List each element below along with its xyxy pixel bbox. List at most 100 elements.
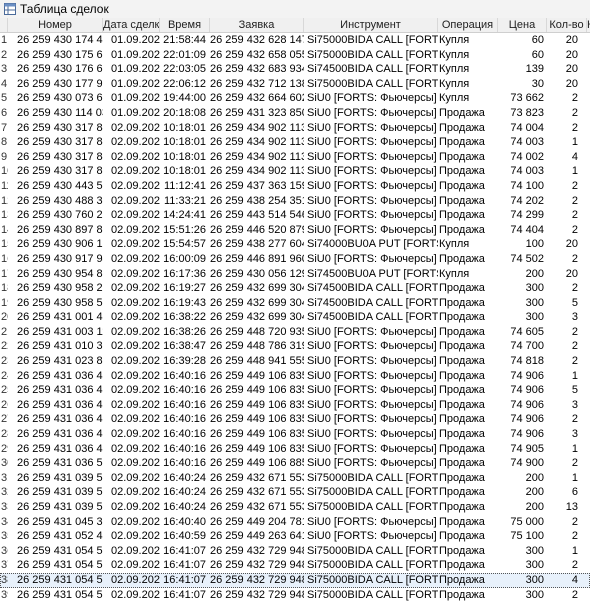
column-header-number[interactable]: Номер [8,18,103,32]
table-row[interactable]: 20 26 259 431 001 400 02.09.202016:38:22 26… [0,310,590,325]
cell-trade-date: 02.09.2020 [111,501,160,513]
cell-instrument: Si74500BIDA CALL [FORTS: Опци [307,296,438,309]
cell-price: 74 905 [510,442,544,455]
cell-instrument: SiU0 [FORTS: Фьючерсы] [307,384,437,397]
cell-instrument: SiU0 [FORTS: Фьючерсы] [307,457,437,470]
table-row[interactable]: 7 26 259 430 317 847 02.09.202010:18:01 26 … [0,121,590,136]
cell-price: 74 906 [510,428,544,441]
table-row[interactable]: 38 26 259 431 054 528 02.09.202016:41:07 26… [0,572,590,588]
table-row[interactable]: 6 26 259 430 114 036 01.09.202020:18:08 26 … [0,106,590,121]
cell-price: 100 [525,238,544,251]
cell-price: 74 100 [510,179,544,192]
cell-row-number: 7 [1,121,8,134]
table-row[interactable]: 4 26 259 430 177 998 01.09.202022:06:12 26 … [0,77,590,92]
table-row[interactable]: 33 26 259 431 039 523 02.09.202016:40:24 26… [0,500,590,515]
table-row[interactable]: 19 26 259 430 958 587 02.09.202016:19:43 26… [0,296,590,311]
table-row[interactable]: 35 26 259 431 052 469 02.09.202016:40:59 26… [0,529,590,544]
column-header-order[interactable]: Заявка [210,18,304,32]
table-row[interactable]: 27 26 259 431 036 497 02.09.202016:40:16 26… [0,412,590,427]
column-header-quantity[interactable]: Кол-во [547,18,587,32]
cell-trade-date: 02.09.2020 [111,325,160,338]
cell-instrument: SiU0 [FORTS: Фьючерсы] [307,515,437,528]
column-header-time[interactable]: Время [160,18,210,32]
cell-price: 74 906 [510,398,544,411]
cell-time: 16:39:28 [163,355,206,368]
column-header-instrument[interactable]: Инструмент [304,18,438,32]
cell-instrument: Si74500BIDA CALL [FORTS: Опци [307,282,438,295]
cell-operation: Продажа [439,501,485,513]
table-row[interactable]: 14 26 259 430 897 827 02.09.202015:51:26 26… [0,223,590,238]
table-row[interactable]: 18 26 259 430 958 206 02.09.202016:19:27 26… [0,281,590,296]
cell-time: 22:03:05 [163,63,206,76]
cell-trade-date: 02.09.2020 [111,442,160,455]
cell-quantity: 20 [565,34,578,46]
cell-row-number: 6 [1,106,8,119]
cell-trade-date: 01.09.2020 [111,92,160,105]
table-row[interactable]: 29 26 259 431 036 499 02.09.202016:40:16 26… [0,442,590,457]
cell-order: 26 259 430 056 129 [210,267,304,280]
table-row[interactable]: 28 26 259 431 036 498 02.09.202016:40:16 26… [0,427,590,442]
table-row[interactable]: 25 26 259 431 036 495 02.09.202016:40:16 26… [0,383,590,398]
table-row[interactable]: 36 26 259 431 054 524 02.09.202016:41:07 26… [0,544,590,559]
table-row[interactable]: 9 26 259 430 317 849 02.09.202010:18:01 26 … [0,150,590,165]
cell-quantity: 5 [571,296,578,309]
table-row[interactable]: 31 26 259 431 039 516 02.09.202016:40:24 26… [0,471,590,486]
cell-number: 26 259 431 036 501 [17,457,103,470]
table-row[interactable]: 24 26 259 431 036 494 02.09.202016:40:16 26… [0,369,590,384]
table-row[interactable]: 32 26 259 431 039 520 02.09.202016:40:24 26… [0,485,590,500]
trades-table[interactable]: Номер Дата сделки Время Заявка Инструмент Опе… [0,18,590,602]
cell-price: 200 [525,501,544,513]
table-row[interactable]: 12 26 259 430 488 338 02.09.202011:33:21 26… [0,194,590,209]
cell-order: 26 259 432 729 948 [210,588,304,601]
table-row[interactable]: 39 26 259 431 054 533 02.09.202016:41:07 26… [0,588,590,602]
table-row[interactable]: 3 26 259 430 176 658 01.09.202022:03:05 26 … [0,62,590,77]
cell-row-number: 18 [1,282,8,295]
cell-trade-date: 01.09.2020 [111,48,160,61]
table-row[interactable]: 8 26 259 430 317 848 02.09.202010:18:01 26 … [0,135,590,150]
cell-trade-date: 02.09.2020 [111,296,160,309]
table-row[interactable]: 34 26 259 431 045 311 02.09.202016:40:40 26… [0,515,590,530]
cell-time: 11:12:41 [163,179,206,192]
column-header-row-number[interactable] [0,18,8,32]
column-header-operation[interactable]: Операция [438,18,498,32]
cell-number: 26 259 430 897 827 [17,223,103,236]
cell-time: 16:38:22 [163,311,206,324]
cell-number: 26 259 431 039 523 [17,501,103,513]
table-row[interactable]: 2 26 259 430 175 655 01.09.202022:01:09 26 … [0,48,590,63]
cell-quantity: 20 [565,77,578,90]
cell-operation: Продажа [439,296,485,309]
cell-instrument: SiU0 [FORTS: Фьючерсы] [307,413,437,426]
table-row[interactable]: 13 26 259 430 760 237 02.09.202014:24:41 26… [0,208,590,223]
table-row[interactable]: 10 26 259 430 317 850 02.09.202010:18:01 26… [0,164,590,179]
cell-quantity: 2 [571,209,578,222]
cell-instrument: SiU0 [FORTS: Фьючерсы] [307,398,437,411]
table-row[interactable]: 30 26 259 431 036 501 02.09.202016:40:16 26… [0,456,590,471]
table-row[interactable]: 21 26 259 431 003 119 02.09.202016:38:26 26… [0,325,590,340]
table-row[interactable]: 11 26 259 430 443 585 02.09.202011:12:41 26… [0,179,590,194]
cell-number: 26 259 430 317 847 [17,121,103,134]
cell-instrument: Si75000BIDA CALL [FORTS: Опци [307,486,438,499]
table-row[interactable]: 23 26 259 431 023 833 02.09.202016:39:28 26… [0,354,590,369]
table-row[interactable]: 17 26 259 430 954 871 02.09.202016:17:36 26… [0,267,590,282]
table-row[interactable]: 26 26 259 431 036 496 02.09.202016:40:16 26… [0,398,590,413]
table-row[interactable]: 1 26 259 430 174 425 01.09.202021:58:44 26 … [0,33,590,48]
cell-quantity: 3 [571,428,578,441]
cell-operation: Продажа [439,325,485,338]
cell-quantity: 2 [571,340,578,353]
cell-quantity: 2 [571,179,578,192]
cell-order: 26 259 449 106 835 [210,428,304,441]
cell-operation: Продажа [439,340,485,353]
cell-instrument: Si74500BIDA CALL [FORTS: Опци [307,63,438,76]
cell-order: 26 259 432 664 602 [210,92,304,105]
table-row[interactable]: 22 26 259 431 010 332 02.09.202016:38:47 26… [0,339,590,354]
cell-order: 26 259 449 106 835 [210,384,304,397]
table-row[interactable]: 37 26 259 431 054 525 02.09.202016:41:07 26… [0,558,590,573]
column-header-trade-date[interactable]: Дата сделки [103,18,160,32]
column-header-price[interactable]: Цена [498,18,547,32]
cell-operation: Продажа [439,559,485,572]
table-row[interactable]: 16 26 259 430 917 941 02.09.202016:00:09 26… [0,252,590,267]
table-row[interactable]: 15 26 259 430 906 169 02.09.202015:54:57 26… [0,237,590,252]
table-row[interactable]: 5 26 259 430 073 616 01.09.202019:44:00 26 … [0,91,590,106]
cell-quantity: 2 [571,325,578,338]
cell-number: 26 259 431 036 494 [17,369,103,382]
